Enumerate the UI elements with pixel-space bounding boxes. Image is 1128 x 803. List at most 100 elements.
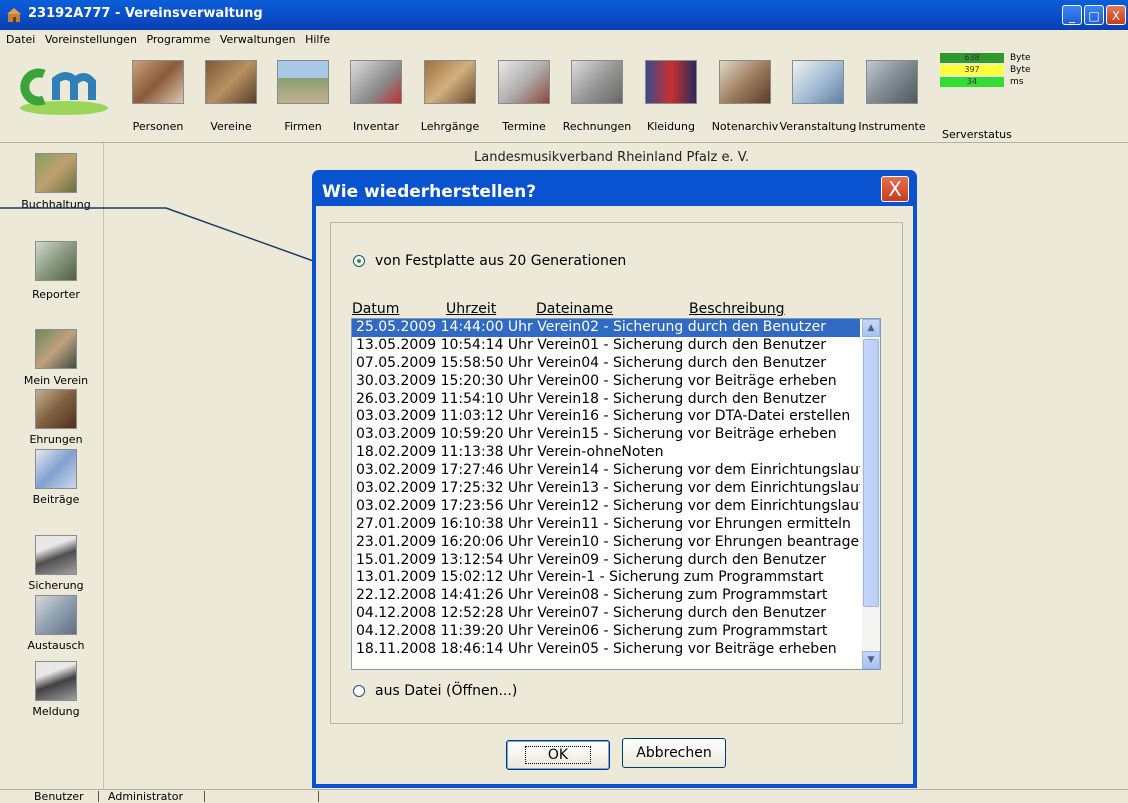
restore-options-group: von Festplatte aus 20 Generationen Datum… bbox=[330, 222, 903, 724]
server-status: 638 Byte 397 Byte 34 ms bbox=[940, 52, 1031, 88]
sidebar-item-buchhaltung[interactable]: Buchhaltung bbox=[0, 153, 112, 213]
list-item[interactable]: 18.11.2008 18:46:14 Uhr Verein05 - Siche… bbox=[352, 641, 860, 659]
column-header-description[interactable]: Beschreibung bbox=[689, 301, 785, 317]
firmen-icon bbox=[277, 60, 329, 104]
lehrgaenge-icon bbox=[424, 60, 476, 104]
rechnungen-icon bbox=[571, 60, 623, 104]
list-item[interactable]: 15.01.2009 13:12:54 Uhr Verein09 - Siche… bbox=[352, 552, 860, 570]
sidebar-item-beitraege[interactable]: Beiträge bbox=[0, 449, 112, 509]
sidebar-item-austausch[interactable]: Austausch bbox=[0, 595, 112, 655]
status-separator bbox=[318, 791, 319, 802]
minimize-button[interactable]: _ bbox=[1062, 5, 1082, 25]
list-item[interactable]: 03.02.2009 17:23:56 Uhr Verein12 - Siche… bbox=[352, 498, 860, 516]
reporter-icon bbox=[35, 241, 77, 281]
termine-icon bbox=[498, 60, 550, 104]
instrumente-icon bbox=[866, 60, 918, 104]
toolbar-personen[interactable]: Personen bbox=[132, 60, 184, 140]
notenarchiv-icon bbox=[719, 60, 771, 104]
radio-unselected-icon bbox=[353, 685, 365, 697]
mein-verein-icon bbox=[35, 329, 77, 369]
radio-from-file[interactable]: aus Datei (Öffnen...) bbox=[353, 683, 517, 699]
server-status-bar-1: 638 bbox=[940, 53, 1004, 63]
veranstaltung-icon bbox=[792, 60, 844, 104]
status-separator bbox=[98, 791, 99, 802]
dialog-body: von Festplatte aus 20 Generationen Datum… bbox=[316, 206, 913, 784]
kleidung-icon bbox=[645, 60, 697, 104]
personen-icon bbox=[132, 60, 184, 104]
toolbar-termine[interactable]: Termine bbox=[498, 60, 550, 140]
list-item[interactable]: 23.01.2009 16:20:06 Uhr Verein10 - Siche… bbox=[352, 534, 860, 552]
column-header-date[interactable]: Datum bbox=[352, 301, 399, 317]
menu-voreinstellungen[interactable]: Voreinstellungen bbox=[45, 30, 137, 50]
restore-dialog: Wie wiederherstellen? X von Festplatte a… bbox=[312, 170, 917, 788]
sidebar-item-meldung[interactable]: Meldung bbox=[0, 661, 112, 721]
toolbar-kleidung[interactable]: Kleidung bbox=[645, 60, 697, 140]
maximize-button[interactable]: □ bbox=[1084, 5, 1104, 25]
list-item[interactable]: 13.05.2009 10:54:14 Uhr Verein01 - Siche… bbox=[352, 337, 860, 355]
menu-hilfe[interactable]: Hilfe bbox=[305, 30, 330, 50]
list-item[interactable]: 03.03.2009 11:03:12 Uhr Verein16 - Siche… bbox=[352, 408, 860, 426]
column-header-time[interactable]: Uhrzeit bbox=[446, 301, 496, 317]
scroll-up-icon[interactable]: ▲ bbox=[862, 319, 880, 337]
toolbar-veranstaltung[interactable]: Veranstaltung bbox=[780, 60, 856, 140]
list-item[interactable]: 07.05.2009 15:58:50 Uhr Verein04 - Siche… bbox=[352, 355, 860, 373]
sidebar-item-mein-verein[interactable]: Mein Verein bbox=[0, 329, 112, 389]
sidebar: Buchhaltung Reporter Mein Verein Ehrunge… bbox=[0, 143, 104, 789]
app-logo bbox=[20, 68, 108, 115]
list-item[interactable]: 22.12.2008 14:41:26 Uhr Verein08 - Siche… bbox=[352, 587, 860, 605]
list-item[interactable]: 30.03.2009 15:20:30 Uhr Verein00 - Siche… bbox=[352, 373, 860, 391]
toolbar-firmen[interactable]: Firmen bbox=[277, 60, 329, 140]
status-bar: Benutzer Administrator bbox=[0, 789, 1128, 803]
menu-programme[interactable]: Programme bbox=[146, 30, 210, 50]
sidebar-item-reporter[interactable]: Reporter bbox=[0, 241, 112, 301]
dialog-close-button[interactable]: X bbox=[881, 176, 909, 202]
cancel-button[interactable]: Abbrechen bbox=[622, 738, 726, 768]
radio-from-disk[interactable]: von Festplatte aus 20 Generationen bbox=[353, 253, 626, 269]
radio-selected-icon bbox=[353, 255, 365, 267]
toolbar-inventar[interactable]: Inventar bbox=[350, 60, 402, 140]
backup-list[interactable]: 25.05.2009 14:44:00 Uhr Verein02 - Siche… bbox=[351, 318, 881, 670]
scroll-down-icon[interactable]: ▼ bbox=[862, 651, 880, 669]
title-bar: 23192A777 - Vereinsverwaltung _ □ X bbox=[0, 0, 1128, 30]
scroll-thumb[interactable] bbox=[863, 339, 879, 607]
server-status-bar-2: 397 bbox=[940, 65, 1004, 75]
list-item[interactable]: 26.03.2009 11:54:10 Uhr Verein18 - Siche… bbox=[352, 391, 860, 409]
list-item[interactable]: 04.12.2008 11:39:20 Uhr Verein06 - Siche… bbox=[352, 623, 860, 641]
ehrungen-icon bbox=[35, 389, 77, 429]
status-separator bbox=[204, 791, 205, 802]
ok-button[interactable]: OK bbox=[506, 740, 610, 770]
column-header-file[interactable]: Dateiname bbox=[536, 301, 613, 317]
list-item[interactable]: 13.01.2009 15:02:12 Uhr Verein-1 - Siche… bbox=[352, 569, 860, 587]
toolbar-vereine[interactable]: Vereine bbox=[205, 60, 257, 140]
list-item[interactable]: 04.12.2008 12:52:28 Uhr Verein07 - Siche… bbox=[352, 605, 860, 623]
vereine-icon bbox=[205, 60, 257, 104]
sidebar-item-ehrungen[interactable]: Ehrungen bbox=[0, 389, 112, 447]
toolbar-rechnungen[interactable]: Rechnungen bbox=[563, 60, 631, 140]
buchhaltung-icon bbox=[35, 153, 77, 193]
association-title: Landesmusikverband Rheinland Pfalz e. V. bbox=[474, 150, 750, 165]
sicherung-icon bbox=[35, 535, 77, 575]
status-user-value: Administrator bbox=[108, 790, 183, 803]
close-button[interactable]: X bbox=[1106, 5, 1126, 25]
list-item[interactable]: 25.05.2009 14:44:00 Uhr Verein02 - Siche… bbox=[352, 319, 860, 337]
list-item[interactable]: 03.03.2009 10:59:20 Uhr Verein15 - Siche… bbox=[352, 426, 860, 444]
toolbar-lehrgaenge[interactable]: Lehrgänge bbox=[421, 60, 479, 140]
toolbar-notenarchiv[interactable]: Notenarchiv bbox=[712, 60, 778, 140]
inventar-icon bbox=[350, 60, 402, 104]
menu-bar: Datei Voreinstellungen Programme Verwalt… bbox=[0, 30, 1128, 50]
meldung-icon bbox=[35, 661, 77, 701]
list-scrollbar[interactable]: ▲ ▼ bbox=[862, 319, 880, 669]
dialog-title: Wie wiederherstellen? bbox=[322, 182, 537, 202]
list-item[interactable]: 03.02.2009 17:25:32 Uhr Verein13 - Siche… bbox=[352, 480, 860, 498]
list-item[interactable]: 03.02.2009 17:27:46 Uhr Verein14 - Siche… bbox=[352, 462, 860, 480]
server-status-label: Serverstatus bbox=[942, 128, 1012, 141]
austausch-icon bbox=[35, 595, 77, 635]
window-title: 23192A777 - Vereinsverwaltung bbox=[28, 6, 263, 21]
list-item[interactable]: 18.02.2009 11:13:38 Uhr Verein-ohneNoten bbox=[352, 444, 860, 462]
toolbar-instrumente[interactable]: Instrumente bbox=[858, 60, 926, 140]
menu-verwaltungen[interactable]: Verwaltungen bbox=[220, 30, 296, 50]
menu-datei[interactable]: Datei bbox=[6, 30, 35, 50]
list-item[interactable]: 27.01.2009 16:10:38 Uhr Verein11 - Siche… bbox=[352, 516, 860, 534]
beitraege-icon bbox=[35, 449, 77, 489]
sidebar-item-sicherung[interactable]: Sicherung bbox=[0, 535, 112, 595]
